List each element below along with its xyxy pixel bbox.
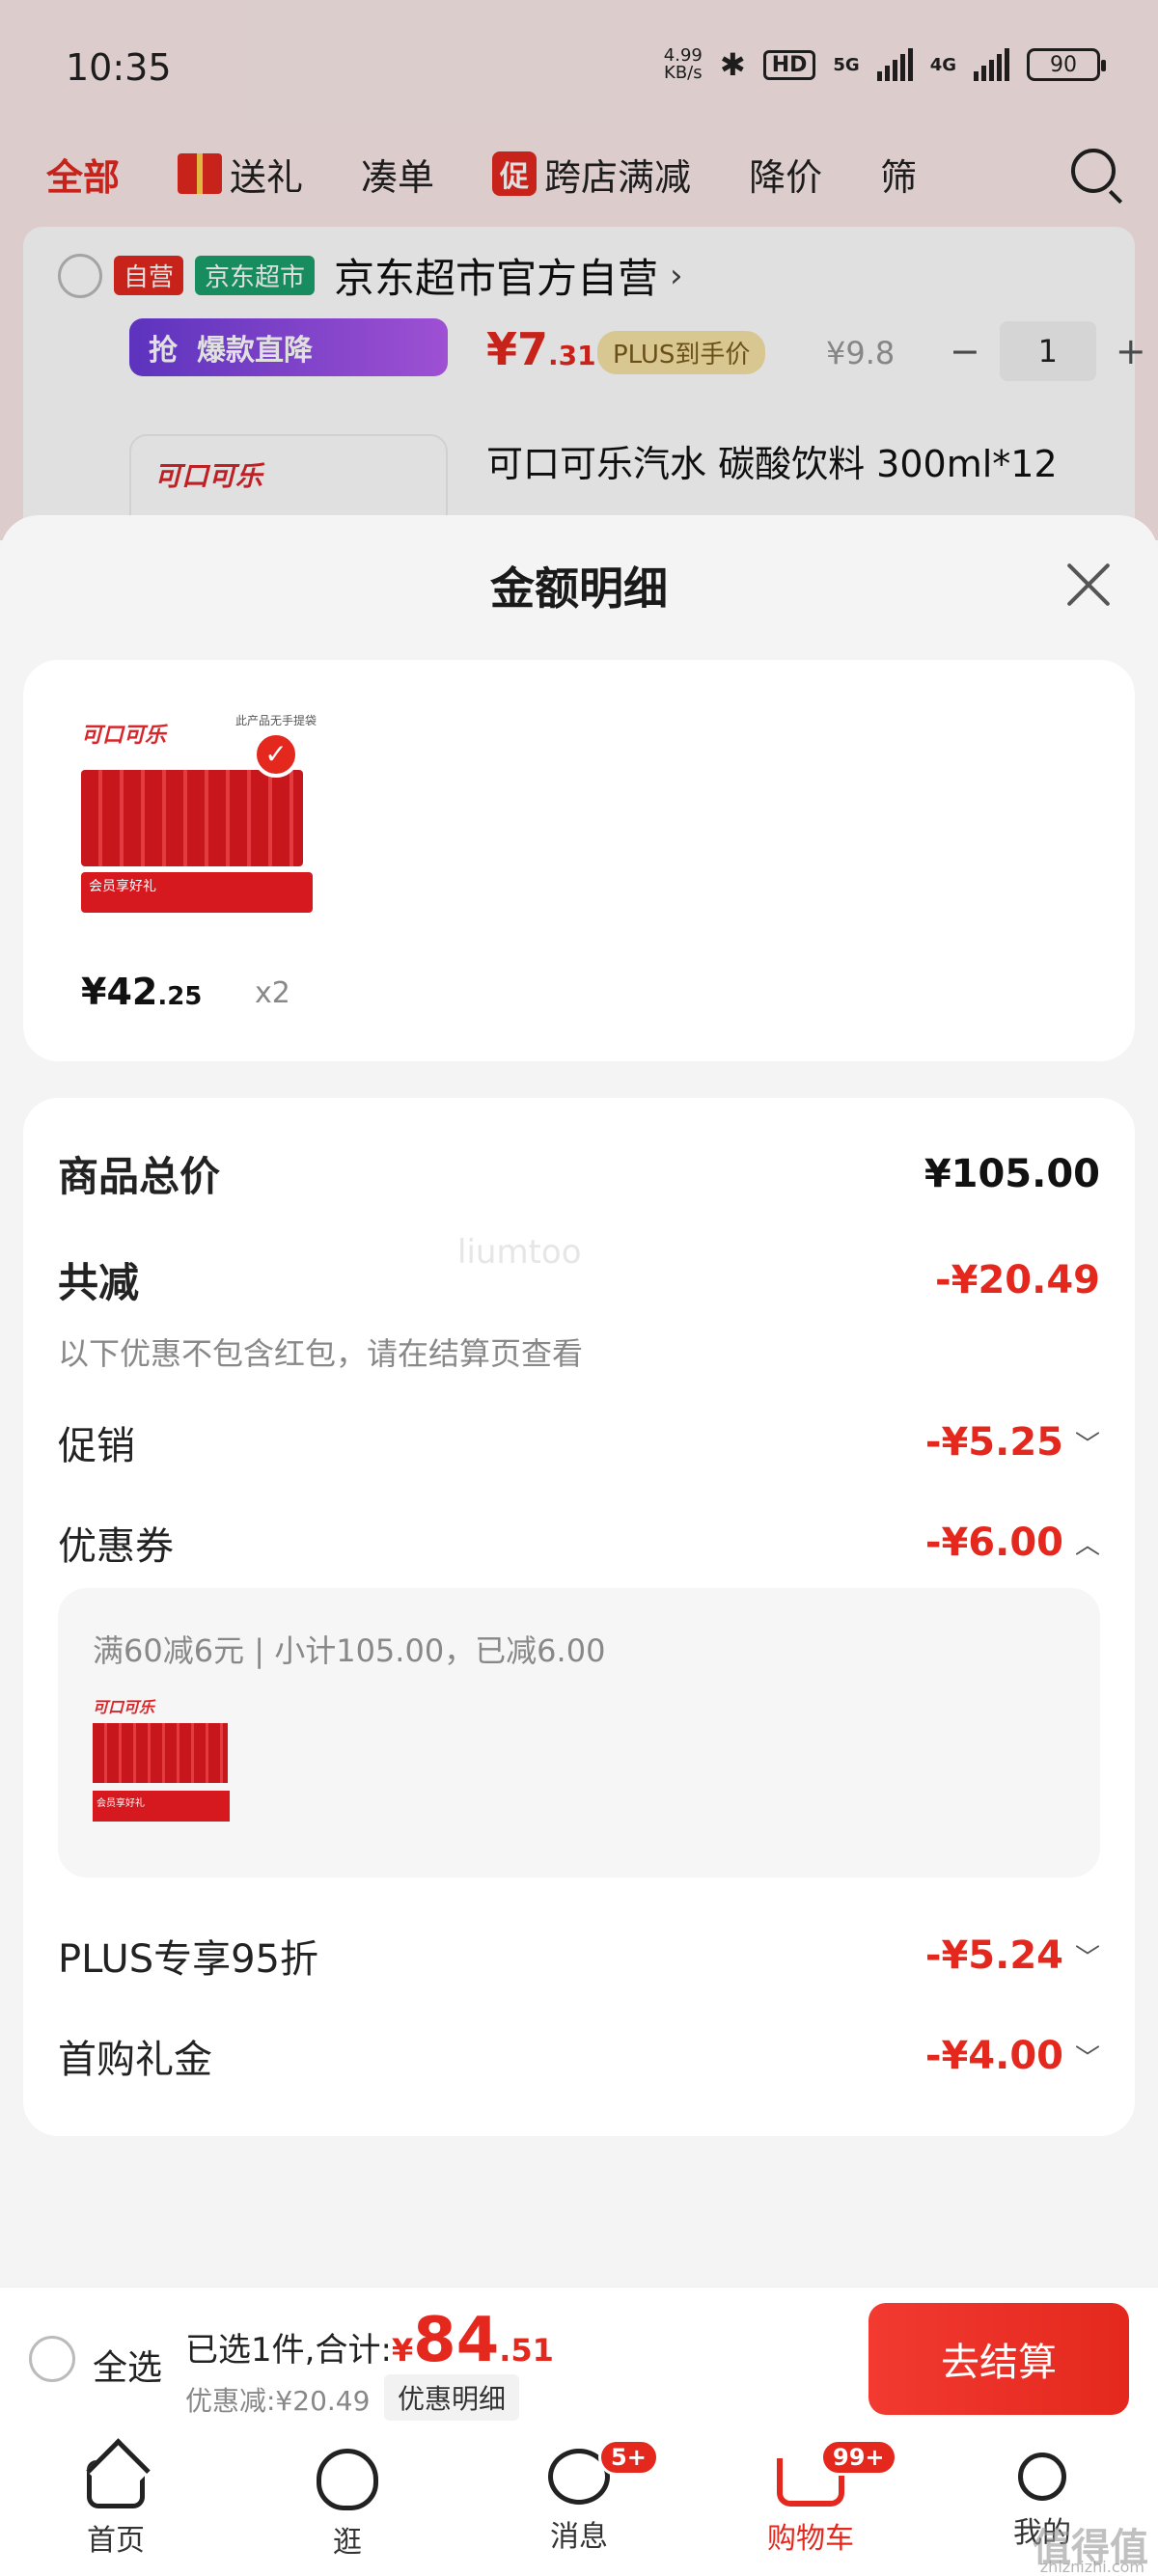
nav-message[interactable]: 5+ 消息: [463, 2429, 695, 2576]
total-amount: 84: [413, 2305, 500, 2376]
product-image: 可口可乐 此产品无手提袋 ✓ 会员享好礼: [81, 712, 322, 915]
message-badge: 5+: [598, 2439, 659, 2476]
cart-badge: 99+: [820, 2439, 897, 2476]
discount-note: 以下优惠不包含红包，请在结算页查看: [58, 1335, 584, 1372]
amount-detail-sheet: 金额明细 可口可乐 此产品无手提袋 ✓ 会员享好礼 ¥42.25 x2 lium…: [0, 515, 1158, 2287]
member-gift-banner: 会员享好礼: [93, 1791, 230, 1822]
chevron-down-icon: ﹀: [1074, 1943, 1100, 1973]
total-reduce-row: 共减 -¥20.49: [58, 1257, 1100, 1307]
coca-cola-logo: 可口可乐: [93, 1698, 155, 1716]
chevron-up-icon: ︿: [1074, 1530, 1100, 1560]
plus-discount-row[interactable]: PLUS专享95折 -¥5.24 ﹀: [58, 1928, 1100, 1984]
first-purchase-row[interactable]: 首购礼金 -¥4.00 ﹀: [58, 2028, 1100, 2084]
product-quantity: x2: [255, 976, 290, 1010]
select-all-radio[interactable]: [29, 2336, 75, 2382]
nav-cart[interactable]: 99+ 购物车: [695, 2429, 926, 2576]
user-icon: [1018, 2453, 1066, 2501]
coupon-detail-box: 满60减6元 | 小计105.00，已减6.00 可口可乐 会员享好礼: [58, 1588, 1100, 1877]
product-card: 可口可乐 此产品无手提袋 ✓ 会员享好礼 ¥42.25 x2: [23, 660, 1135, 1061]
total-price-value: ¥105.00: [924, 1151, 1100, 1196]
sheet-title: 金额明细: [490, 562, 668, 615]
checkout-button[interactable]: 去结算: [868, 2303, 1129, 2415]
nav-home[interactable]: 首页: [0, 2429, 232, 2576]
nav-discover[interactable]: 逛: [232, 2429, 463, 2576]
close-icon[interactable]: [1062, 558, 1116, 612]
promotion-row[interactable]: 促销 -¥5.25 ﹀: [58, 1414, 1100, 1470]
member-gift-banner: 会员享好礼: [81, 872, 313, 913]
cans-graphic: [93, 1723, 228, 1783]
total-price-row: 商品总价 ¥105.00: [58, 1151, 1100, 1201]
check-icon: ✓: [253, 731, 299, 778]
coupon-product-image: 可口可乐 会员享好礼: [93, 1694, 237, 1839]
corner-watermark-url: zhiznizhi.com: [1039, 2558, 1144, 2576]
select-all-label[interactable]: 全选: [93, 2340, 162, 2390]
image-caption: 此产品无手提袋: [234, 714, 317, 727]
chevron-down-icon: ﹀: [1074, 1430, 1100, 1460]
total-reduce-value: -¥20.49: [935, 1257, 1100, 1302]
overlay-dim[interactable]: [0, 0, 1158, 540]
product-price: ¥42.25: [81, 971, 203, 1013]
discount-summary: 优惠减:¥20.49: [185, 2385, 371, 2417]
coupon-detail-text: 满60减6元 | 小计105.00，已减6.00: [93, 1632, 606, 1669]
home-icon: [87, 2460, 145, 2508]
coca-cola-logo: 可口可乐: [81, 724, 167, 748]
price-detail-card: liumtoo 商品总价 ¥105.00 共减 -¥20.49 以下优惠不包含红…: [23, 1098, 1135, 2136]
discount-detail-button[interactable]: 优惠明细: [384, 2374, 520, 2421]
bottom-nav: 首页 逛 5+ 消息 99+ 购物车 我的 值得值 zhiznizhi.com: [0, 2429, 1158, 2576]
total-line: 已选1件,合计: ¥ 84 .51: [185, 2305, 554, 2376]
discover-icon: [317, 2449, 378, 2510]
chevron-down-icon: ﹀: [1074, 2043, 1100, 2073]
coupon-row[interactable]: 优惠券 -¥6.00 ︿: [58, 1515, 1100, 1571]
checkout-bar: 全选 已选1件,合计: ¥ 84 .51 优惠减:¥20.49 优惠明细 去结算: [0, 2287, 1158, 2429]
cans-graphic: [81, 770, 303, 866]
